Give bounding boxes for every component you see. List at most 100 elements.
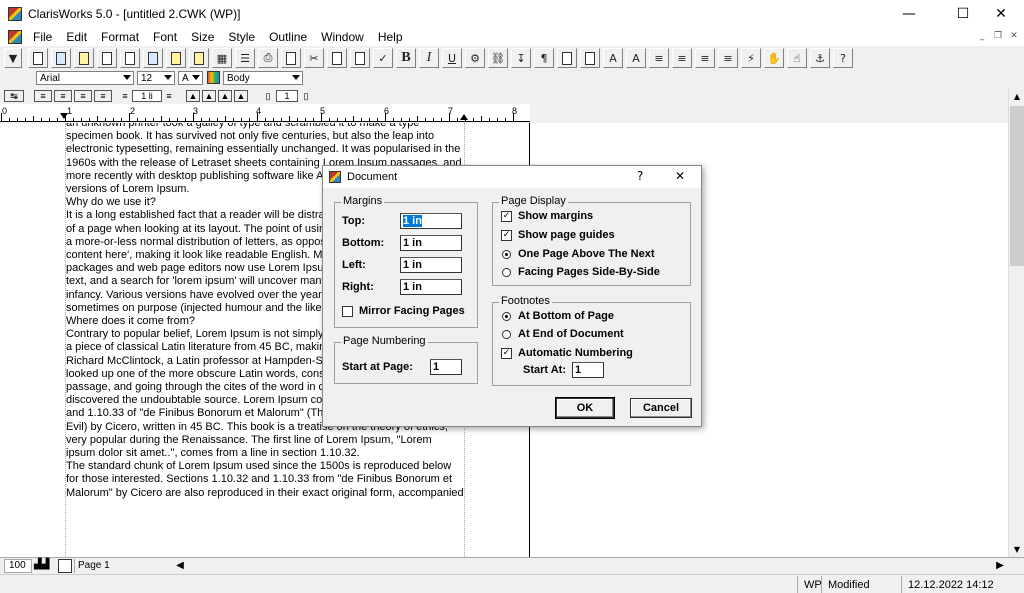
facing-pages-radio[interactable] — [502, 268, 511, 277]
right-margin-input[interactable]: 1 in — [400, 279, 462, 295]
menu-format[interactable]: Format — [94, 30, 146, 44]
align-left-icon[interactable]: ≡ — [649, 48, 669, 68]
zoom-field[interactable]: 100 — [4, 559, 32, 573]
mdi-restore-icon[interactable]: ❐ — [990, 29, 1006, 43]
end-of-document-radio[interactable] — [502, 330, 511, 339]
auto-numbering-checkbox[interactable]: ✓ — [501, 348, 512, 359]
font-size-up-icon[interactable]: A — [603, 48, 623, 68]
left-margin-input[interactable]: 1 in — [400, 257, 462, 273]
minimize-button[interactable]: — — [886, 0, 932, 28]
text-icon[interactable] — [28, 48, 48, 68]
right-indent-marker[interactable] — [460, 114, 468, 120]
align-left-icon[interactable]: ≡ — [34, 90, 52, 102]
mdi-minimize-icon[interactable]: _ — [974, 29, 990, 43]
mirror-facing-checkbox[interactable] — [342, 306, 353, 317]
open-icon[interactable] — [74, 48, 94, 68]
tab-right-icon[interactable]: ▲ — [218, 90, 232, 102]
ok-button[interactable]: OK — [555, 397, 615, 419]
toolbar-dropdown-icon[interactable]: ▼ — [4, 48, 22, 68]
save-icon[interactable] — [97, 48, 117, 68]
size-select[interactable]: 12 — [137, 71, 175, 85]
justify-icon[interactable]: ≡ — [94, 90, 112, 102]
list-icon[interactable]: ☰ — [235, 48, 255, 68]
tab-left-icon[interactable]: ▲ — [186, 90, 200, 102]
split-view-icon[interactable] — [58, 559, 72, 573]
align-center-icon[interactable]: ≡ — [672, 48, 692, 68]
link-icon[interactable]: ⛓ — [488, 48, 508, 68]
help-icon[interactable]: ? — [833, 48, 853, 68]
menu-size[interactable]: Size — [184, 30, 221, 44]
columns-icon[interactable]: ▯ — [262, 90, 274, 102]
print-icon[interactable]: ⎙ — [258, 48, 278, 68]
mdi-close-icon[interactable]: ✕ — [1006, 29, 1022, 43]
columns-icon[interactable]: ▯ — [300, 90, 312, 102]
footnote-icon[interactable] — [557, 48, 577, 68]
dialog-close-button[interactable]: ✕ — [675, 169, 685, 183]
align-center-icon[interactable]: ≡ — [54, 90, 72, 102]
menu-file[interactable]: File — [26, 30, 59, 44]
tab-center-icon[interactable]: ▲ — [202, 90, 216, 102]
menu-style[interactable]: Style — [221, 30, 262, 44]
text-color-select[interactable]: A — [178, 71, 203, 85]
date-icon[interactable] — [580, 48, 600, 68]
align-right-icon[interactable]: ≡ — [74, 90, 92, 102]
tab-stop-icon[interactable]: ↹ — [4, 90, 24, 102]
cut-icon[interactable]: ✂ — [304, 48, 324, 68]
scroll-left-icon[interactable]: ◀ — [172, 558, 188, 574]
app-icon[interactable] — [8, 7, 22, 21]
menu-outline[interactable]: Outline — [262, 30, 314, 44]
grid-icon[interactable]: ▦ — [212, 48, 232, 68]
new-document-icon[interactable] — [51, 48, 71, 68]
align-right-icon[interactable]: ≡ — [695, 48, 715, 68]
left-indent-marker[interactable] — [60, 113, 68, 119]
open-folder-icon[interactable] — [189, 48, 209, 68]
font-size-down-icon[interactable]: A — [626, 48, 646, 68]
spacing-icon[interactable]: ≡ — [120, 90, 130, 102]
insert-icon[interactable]: ↧ — [511, 48, 531, 68]
show-guides-checkbox[interactable]: ✓ — [501, 230, 512, 241]
folder-icon[interactable] — [166, 48, 186, 68]
underline-icon[interactable]: U — [442, 48, 462, 68]
zoom-icon[interactable]: ▟▟ — [34, 559, 56, 573]
footnote-start-input[interactable]: 1 — [572, 362, 604, 378]
spacing-icon[interactable]: ≡ — [164, 90, 174, 102]
color-palette-icon[interactable] — [207, 71, 220, 84]
menu-font[interactable]: Font — [146, 30, 184, 44]
hand-icon[interactable]: ☝ — [787, 48, 807, 68]
scroll-down-icon[interactable]: ▼ — [1009, 541, 1024, 557]
scroll-thumb[interactable] — [1010, 106, 1024, 266]
menu-edit[interactable]: Edit — [59, 30, 94, 44]
italic-icon[interactable]: I — [419, 48, 439, 68]
style-select[interactable]: Body — [223, 71, 303, 85]
top-margin-input[interactable]: 1 in — [400, 213, 462, 229]
document-icon[interactable] — [120, 48, 140, 68]
ruler[interactable]: 0 1 2 3 4 5 6 7 8 — [0, 104, 530, 122]
menu-help[interactable]: Help — [371, 30, 410, 44]
bottom-margin-input[interactable]: 1 in — [400, 235, 462, 251]
help-button[interactable]: ? — [637, 169, 643, 183]
justify-icon[interactable]: ≡ — [718, 48, 738, 68]
start-page-input[interactable]: 1 — [430, 359, 462, 375]
assistant-icon[interactable]: ⚓ — [810, 48, 830, 68]
cancel-button[interactable]: Cancel — [630, 398, 692, 418]
tab-align-icon[interactable]: ▲ — [234, 90, 248, 102]
document-icon[interactable] — [8, 30, 22, 44]
shape-icon[interactable]: ✋ — [764, 48, 784, 68]
scroll-right-icon[interactable]: ▶ — [992, 558, 1008, 574]
show-margins-checkbox[interactable]: ✓ — [501, 211, 512, 222]
horizontal-scrollbar[interactable] — [190, 559, 990, 573]
spellcheck-icon[interactable]: ✓ — [373, 48, 393, 68]
bottom-of-page-radio[interactable] — [502, 312, 511, 321]
close-button[interactable]: ✕ — [978, 0, 1024, 28]
graph-icon[interactable]: ⚡ — [741, 48, 761, 68]
paragraph-icon[interactable]: ¶ — [534, 48, 554, 68]
line-spacing-field[interactable]: 1 li — [132, 90, 162, 102]
copy-icon[interactable] — [327, 48, 347, 68]
clipboard-icon[interactable] — [350, 48, 370, 68]
columns-field[interactable]: 1 — [276, 90, 298, 102]
menu-window[interactable]: Window — [314, 30, 371, 44]
bold-icon[interactable]: B — [396, 48, 416, 68]
one-page-radio[interactable] — [502, 250, 511, 259]
paste-icon[interactable] — [143, 48, 163, 68]
vertical-scrollbar[interactable]: ▲ ▼ — [1008, 88, 1024, 557]
